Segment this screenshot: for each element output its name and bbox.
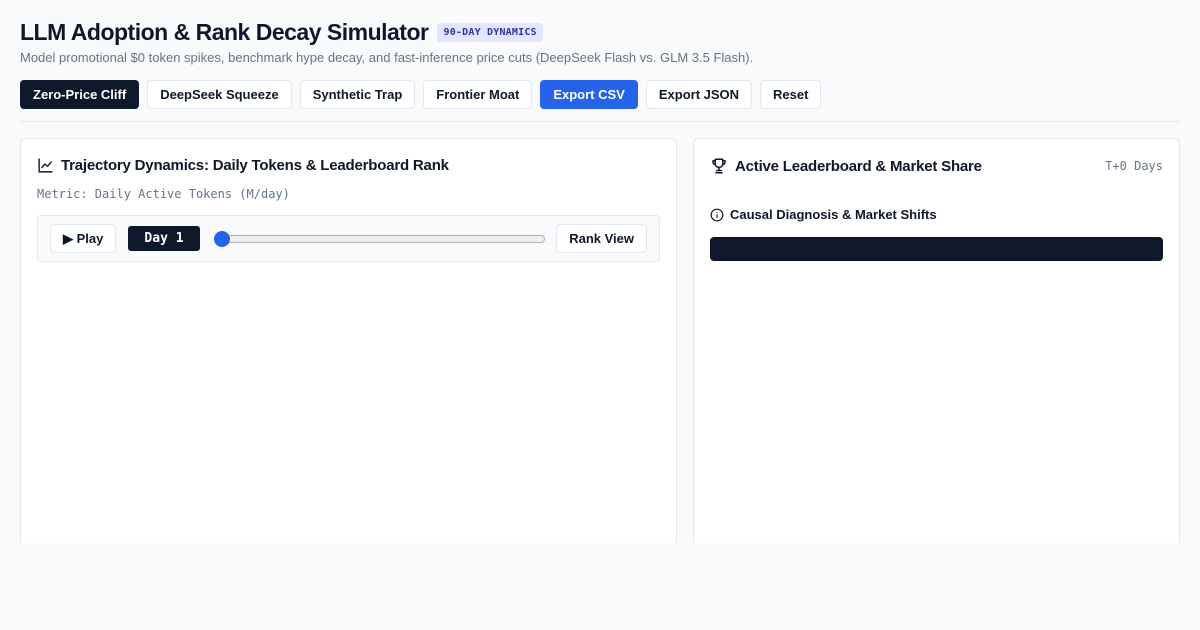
reset-button[interactable]: Reset [760, 80, 822, 109]
frontier-moat-button[interactable]: Frontier Moat [423, 80, 533, 109]
diagnosis-output-bar [710, 237, 1163, 261]
page-title: LLM Adoption & Rank Decay Simulator [20, 18, 429, 45]
trajectory-panel: Trajectory Dynamics: Daily Tokens & Lead… [20, 138, 677, 543]
page-subtitle: Model promotional $0 token spikes, bench… [20, 50, 754, 65]
leaderboard-panel: Active Leaderboard & Market Share T+0 Da… [693, 138, 1180, 543]
synthetic-trap-button[interactable]: Synthetic Trap [299, 80, 416, 109]
header-divider [20, 121, 1180, 122]
title-row: LLM Adoption & Rank Decay Simulator 90-D… [20, 18, 1180, 46]
play-button[interactable]: ▶ Play [50, 224, 117, 253]
leaderboard-title-text: Active Leaderboard & Market Share [735, 157, 982, 175]
dynamics-badge: 90-DAY DYNAMICS [437, 22, 543, 42]
zero-price-cliff-button[interactable]: Zero-Price Cliff [20, 80, 140, 109]
trajectory-panel-title: Trajectory Dynamics: Daily Tokens & Lead… [37, 157, 449, 174]
scenario-toolbar: Zero-Price Cliff DeepSeek Squeeze Synthe… [20, 80, 822, 109]
day-slider-track[interactable] [214, 235, 545, 243]
day-indicator: Day 1 [128, 226, 200, 251]
day-slider-thumb[interactable] [214, 231, 230, 247]
metric-label: Metric: Daily Active Tokens (M/day) [37, 187, 290, 201]
info-icon [710, 208, 724, 221]
rank-view-button[interactable]: Rank View [556, 224, 647, 253]
deepseek-squeeze-button[interactable]: DeepSeek Squeeze [147, 80, 292, 109]
trophy-icon [712, 158, 726, 174]
page-header: LLM Adoption & Rank Decay Simulator 90-D… [20, 18, 1180, 66]
day-slider[interactable] [214, 231, 545, 247]
time-offset-label: T+0 Days [1105, 159, 1163, 173]
trajectory-title-text: Trajectory Dynamics: Daily Tokens & Lead… [61, 157, 449, 174]
export-csv-button[interactable]: Export CSV [540, 80, 638, 109]
leaderboard-panel-title: Active Leaderboard & Market Share [710, 157, 982, 175]
export-json-button[interactable]: Export JSON [645, 80, 753, 109]
line-chart-icon [38, 158, 53, 173]
causal-diagnosis-title: Causal Diagnosis & Market Shifts [710, 207, 937, 222]
causal-diagnosis-text: Causal Diagnosis & Market Shifts [730, 207, 937, 222]
playback-controls: ▶ Play Day 1 Rank View [37, 215, 660, 262]
